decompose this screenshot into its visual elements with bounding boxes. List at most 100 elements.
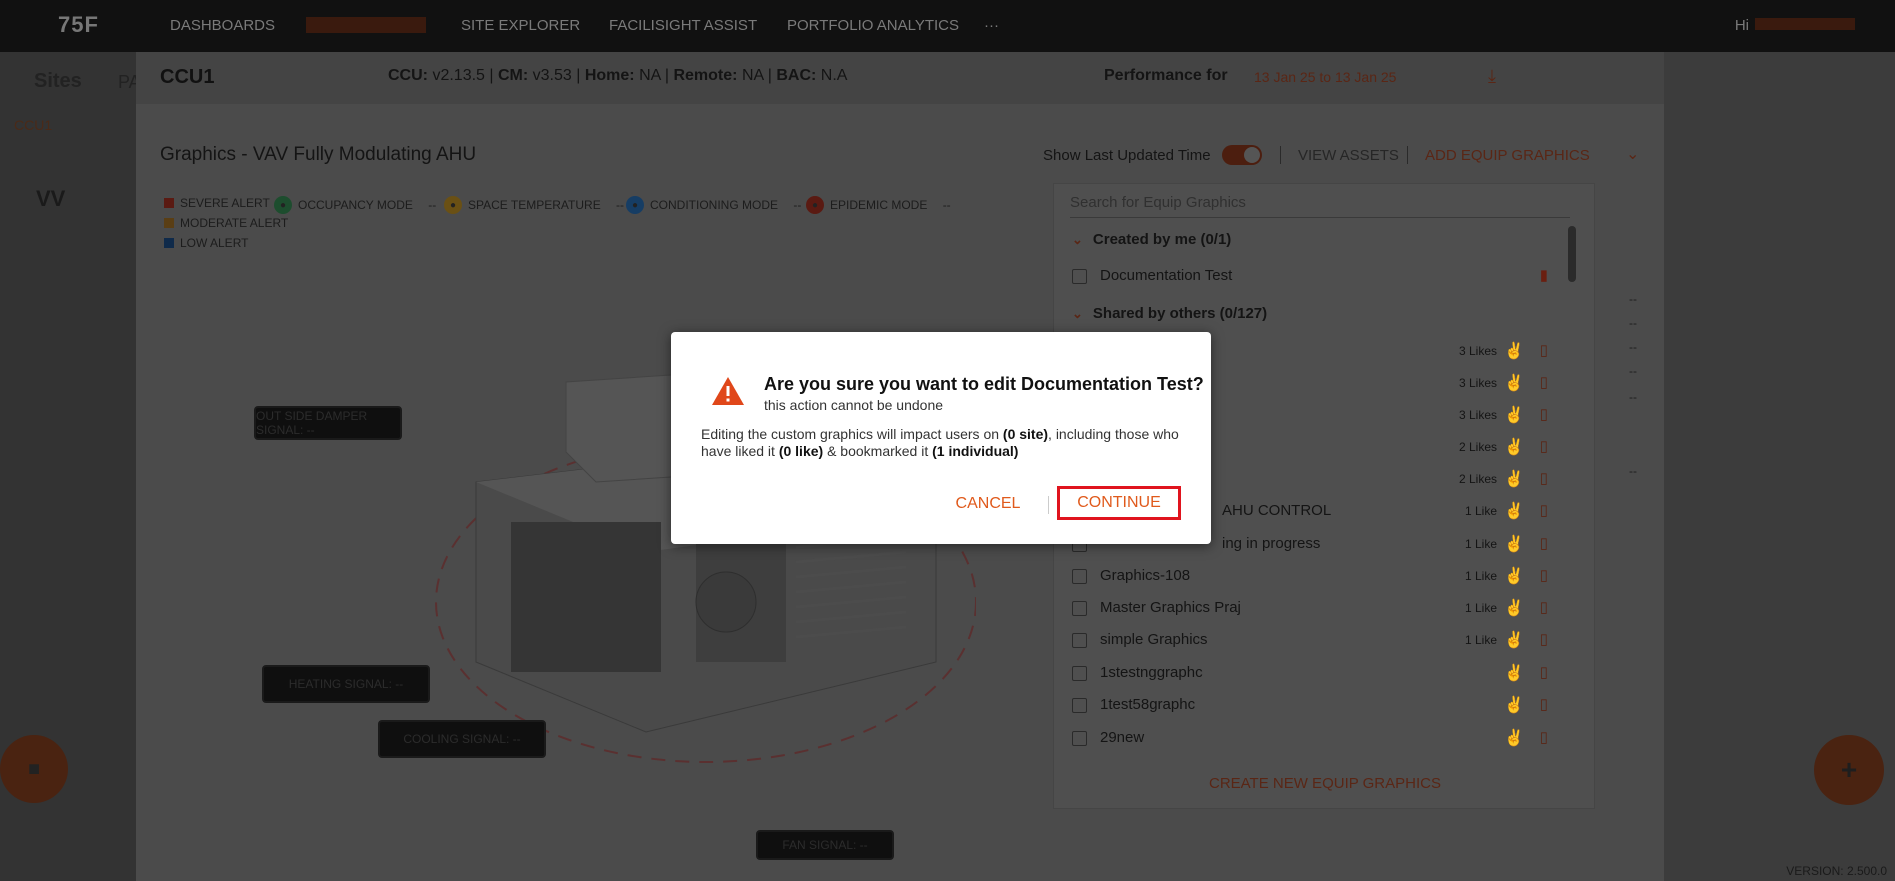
- ccu-title: CCU1: [160, 66, 215, 88]
- bookmark-icon[interactable]: ▯: [1540, 728, 1548, 746]
- bookmark-icon[interactable]: ▯: [1540, 373, 1548, 391]
- fan-signal[interactable]: FAN SIGNAL: --: [756, 830, 894, 860]
- nav-site-explorer[interactable]: SITE EXPLORER: [461, 17, 580, 34]
- view-assets-link[interactable]: VIEW ASSETS: [1298, 147, 1399, 164]
- thumbs-up-icon[interactable]: ✌: [1504, 695, 1524, 715]
- bookmark-icon[interactable]: ▯: [1540, 566, 1548, 584]
- shield-icon: ●: [806, 196, 824, 214]
- item-checkbox[interactable]: [1072, 269, 1087, 284]
- cancel-button[interactable]: CANCEL: [948, 490, 1028, 518]
- item-checkbox[interactable]: [1072, 666, 1087, 681]
- conditioning-mode: ● CONDITIONING MODE --: [626, 196, 801, 214]
- group-created-by-me[interactable]: ⌄ Created by me (0/1): [1072, 231, 1231, 248]
- group-shared-by-others[interactable]: ⌄ Shared by others (0/127): [1072, 305, 1267, 322]
- thumbs-up-icon[interactable]: ✌: [1504, 501, 1524, 521]
- dash-value: --: [1629, 364, 1637, 378]
- item-checkbox[interactable]: [1072, 633, 1087, 648]
- dialog-body: Editing the custom graphics will impact …: [701, 426, 1179, 459]
- item-checkbox[interactable]: [1072, 698, 1087, 713]
- occupancy-mode: ● OCCUPANCY MODE --: [274, 196, 436, 214]
- graphics-title: Graphics - VAV Fully Modulating AHU: [160, 144, 477, 165]
- user-greeting[interactable]: Hi: [1735, 17, 1855, 34]
- heating-signal[interactable]: HEATING SIGNAL: --: [262, 665, 430, 703]
- thumbs-up-icon[interactable]: ✌: [1504, 598, 1524, 618]
- item-checkbox[interactable]: [1072, 569, 1087, 584]
- bookmark-icon[interactable]: ▯: [1540, 630, 1548, 648]
- dash-value: --: [1629, 390, 1637, 404]
- outside-damper-signal[interactable]: OUT SIDE DAMPER SIGNAL: --: [254, 406, 402, 440]
- thumbs-up-icon[interactable]: ✌: [1504, 437, 1524, 457]
- cooling-signal[interactable]: COOLING SIGNAL: --: [378, 720, 546, 758]
- bookmark-icon[interactable]: ▯: [1540, 405, 1548, 423]
- severe-swatch: [164, 198, 174, 208]
- thumbs-up-icon[interactable]: ✌: [1504, 405, 1524, 425]
- thumbs-up-icon[interactable]: ✌: [1504, 566, 1524, 586]
- top-nav: 75F DASHBOARDS SITE EXPLORER FACILISIGHT…: [0, 0, 1895, 52]
- occupancy-icon: ●: [274, 196, 292, 214]
- bookmark-icon[interactable]: ▯: [1540, 695, 1548, 713]
- thumbs-up-icon[interactable]: ✌: [1504, 630, 1524, 650]
- confirm-edit-dialog: Are you sure you want to edit Documentat…: [671, 332, 1211, 544]
- chevron-down-icon: ⌄: [1072, 231, 1083, 247]
- download-icon[interactable]: ⤓: [1488, 66, 1496, 87]
- thumbs-up-icon[interactable]: ✌: [1504, 534, 1524, 554]
- dialog-title: Are you sure you want to edit Documentat…: [764, 374, 1204, 394]
- legend-moderate: MODERATE ALERT: [164, 216, 288, 230]
- thumbs-up-icon[interactable]: ✌: [1504, 728, 1524, 748]
- legend-severe: SEVERE ALERT: [164, 196, 270, 210]
- list-item[interactable]: 29new ✌ ▯: [1072, 728, 1552, 750]
- bookmark-icon[interactable]: ▯: [1540, 437, 1548, 455]
- nav-portfolio-analytics[interactable]: PORTFOLIO ANALYTICS: [787, 17, 959, 34]
- dash-value: --: [1629, 292, 1637, 306]
- search-input[interactable]: Search for Equip Graphics: [1070, 194, 1570, 218]
- warning-icon: [712, 377, 744, 405]
- item-checkbox[interactable]: [1072, 601, 1087, 616]
- thumbs-up-icon[interactable]: ✌: [1504, 341, 1524, 361]
- epidemic-mode: ● EPIDEMIC MODE --: [806, 196, 951, 214]
- sites-heading: Sites: [34, 70, 82, 92]
- chat-button[interactable]: ■: [0, 735, 68, 803]
- dash-value: --: [1629, 316, 1637, 330]
- thumbs-up-icon[interactable]: ✌: [1504, 469, 1524, 489]
- bookmark-icon[interactable]: ▯: [1540, 663, 1548, 681]
- add-fab-button[interactable]: +: [1814, 735, 1884, 805]
- list-item[interactable]: 1stestnggraphc ✌ ▯: [1072, 663, 1552, 685]
- chat-icon: ■: [27, 757, 41, 780]
- breadcrumb[interactable]: CCU1: [14, 117, 52, 133]
- moderate-swatch: [164, 218, 174, 228]
- item-checkbox[interactable]: [1072, 731, 1087, 746]
- show-last-updated-toggle[interactable]: [1222, 145, 1262, 165]
- plus-icon: +: [1840, 754, 1858, 785]
- add-equip-graphics-link[interactable]: ADD EQUIP GRAPHICS: [1425, 147, 1590, 164]
- nav-facilisight-assist[interactable]: FACILISIGHT ASSIST: [609, 17, 757, 34]
- continue-button[interactable]: CONTINUE: [1057, 486, 1181, 520]
- list-scrollbar[interactable]: [1568, 226, 1576, 282]
- bookmark-icon[interactable]: ▯: [1540, 598, 1548, 616]
- thumbs-up-icon[interactable]: ✌: [1504, 663, 1524, 683]
- create-new-equip-graphics-link[interactable]: CREATE NEW EQUIP GRAPHICS: [1054, 775, 1596, 792]
- list-item[interactable]: 1test58graphc ✌ ▯: [1072, 695, 1552, 717]
- bookmark-icon[interactable]: ▯: [1540, 469, 1548, 487]
- list-item[interactable]: Graphics-108 1 Like ✌ ▯: [1072, 566, 1552, 588]
- panel-header: [136, 52, 1664, 104]
- divider: [1407, 146, 1408, 164]
- nav-dashboards[interactable]: DASHBOARDS: [170, 17, 275, 34]
- list-item[interactable]: Documentation Test ▮: [1072, 266, 1552, 288]
- brand-logo[interactable]: 75F: [58, 12, 99, 38]
- low-swatch: [164, 238, 174, 248]
- bookmark-icon[interactable]: ▯: [1540, 534, 1548, 552]
- chevron-down-icon[interactable]: ⌄: [1626, 144, 1639, 164]
- thumbs-up-icon[interactable]: ✌: [1504, 373, 1524, 393]
- bookmark-filled-icon[interactable]: ▮: [1540, 266, 1548, 284]
- bookmark-icon[interactable]: ▯: [1540, 501, 1548, 519]
- nav-active-tab[interactable]: [306, 17, 426, 33]
- list-item[interactable]: simple Graphics 1 Like ✌ ▯: [1072, 630, 1552, 652]
- performance-date-range[interactable]: 13 Jan 25 to 13 Jan 25: [1254, 69, 1396, 85]
- list-item[interactable]: Master Graphics Praj 1 Like ✌ ▯: [1072, 598, 1552, 620]
- bookmark-icon[interactable]: ▯: [1540, 341, 1548, 359]
- nav-more-icon[interactable]: ···: [984, 17, 999, 34]
- button-divider: [1048, 496, 1049, 514]
- performance-label: Performance for: [1104, 67, 1228, 84]
- vv-label: VV: [36, 186, 66, 211]
- legend-low: LOW ALERT: [164, 236, 248, 250]
